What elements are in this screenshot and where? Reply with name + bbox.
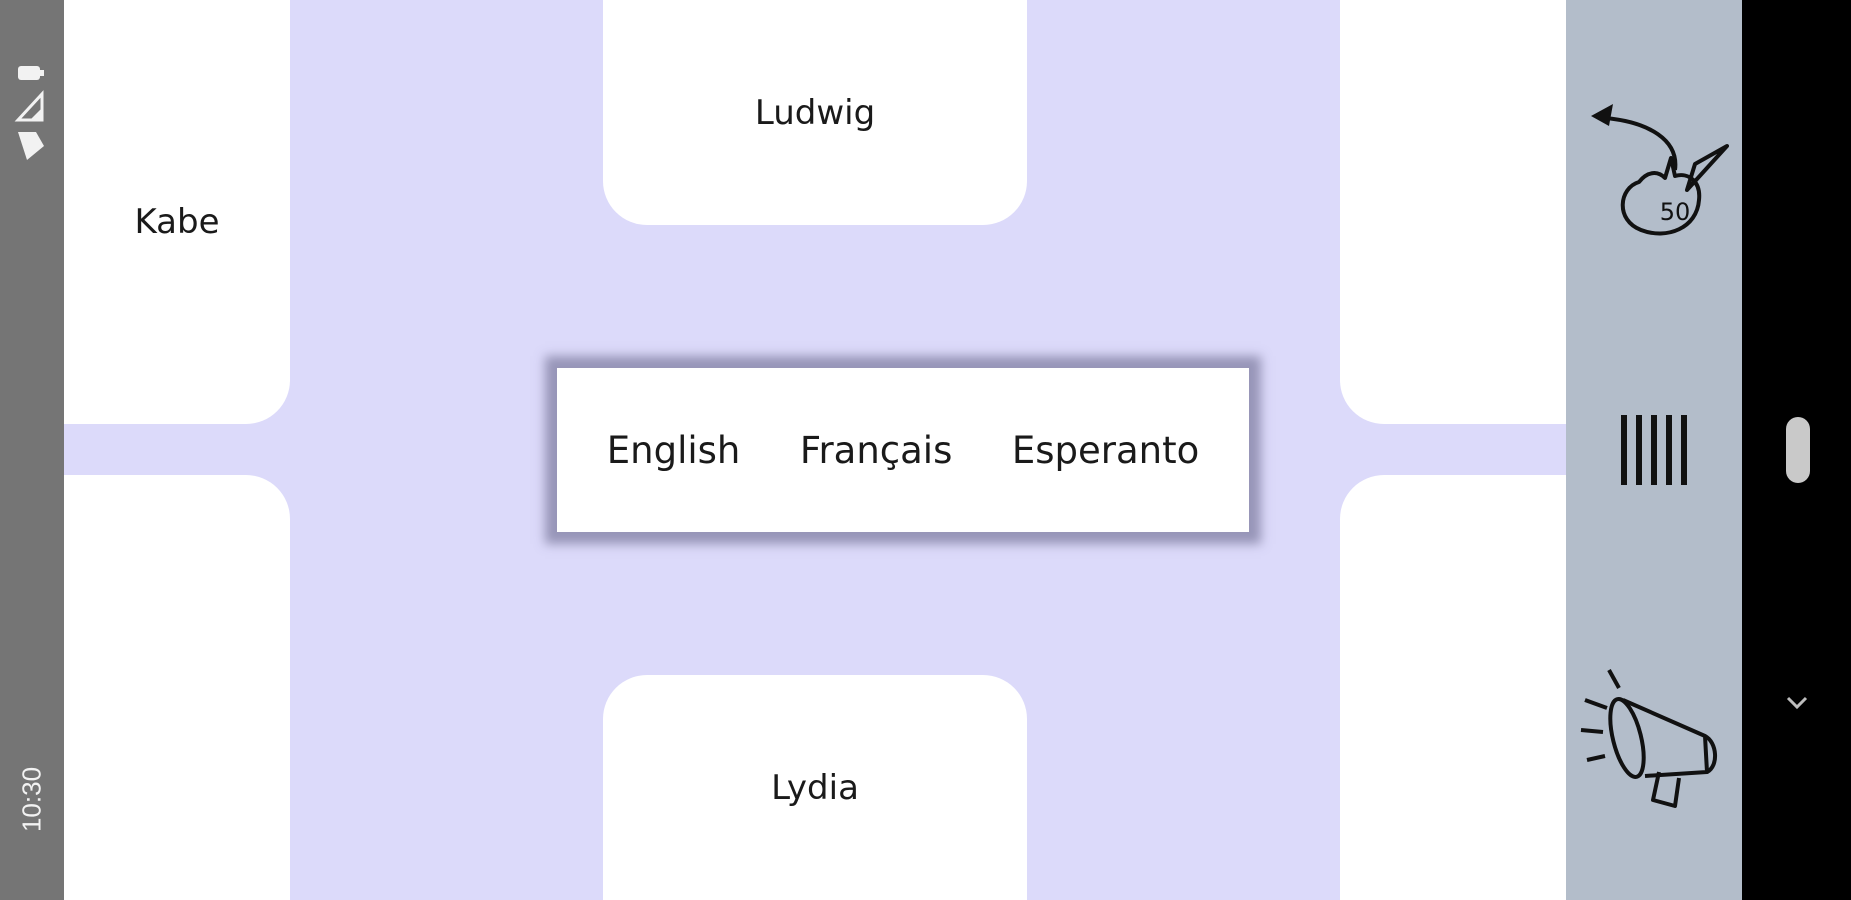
player-card-ludwig[interactable]: Ludwig <box>603 0 1027 225</box>
game-board: Kabe Ludwig Lydia English Français Esper… <box>64 0 1566 900</box>
language-option-esperanto[interactable]: Esperanto <box>1000 419 1211 482</box>
announce-button[interactable] <box>1566 650 1742 830</box>
megaphone-icon <box>1580 669 1717 808</box>
player-card-kabe[interactable]: Kabe <box>64 0 290 424</box>
bomb-count-icon: 50 <box>1591 104 1729 236</box>
tally-marks-icon <box>1621 415 1687 485</box>
player-card-lydia[interactable]: Lydia <box>603 675 1027 900</box>
clock-time: 10:30 <box>16 766 47 833</box>
system-icons <box>14 60 50 173</box>
player-name: Lydia <box>771 767 859 808</box>
language-option-francais[interactable]: Français <box>788 419 965 482</box>
bomb-count-badge: 50 <box>1660 198 1691 226</box>
tally-button[interactable] <box>1566 360 1742 540</box>
side-toolbar: 50 <box>1566 0 1742 900</box>
chevron-down-icon[interactable] <box>1780 686 1814 720</box>
player-name: Ludwig <box>754 92 876 133</box>
signal-icon <box>14 90 44 122</box>
player-card-right-bottom[interactable] <box>1340 475 1566 900</box>
scroll-handle[interactable] <box>1786 417 1810 483</box>
player-card-right-top[interactable] <box>1340 0 1566 424</box>
battery-icon <box>18 66 44 80</box>
wifi-icon <box>18 132 44 160</box>
player-card-left-bottom[interactable] <box>64 475 290 900</box>
status-bar: 10:30 <box>0 0 64 900</box>
player-name: Kabe <box>134 202 220 242</box>
language-option-english[interactable]: English <box>595 419 753 482</box>
bomb-button[interactable]: 50 <box>1566 60 1742 240</box>
system-nav-bar <box>1742 0 1851 900</box>
language-menu: English Français Esperanto <box>557 368 1249 532</box>
